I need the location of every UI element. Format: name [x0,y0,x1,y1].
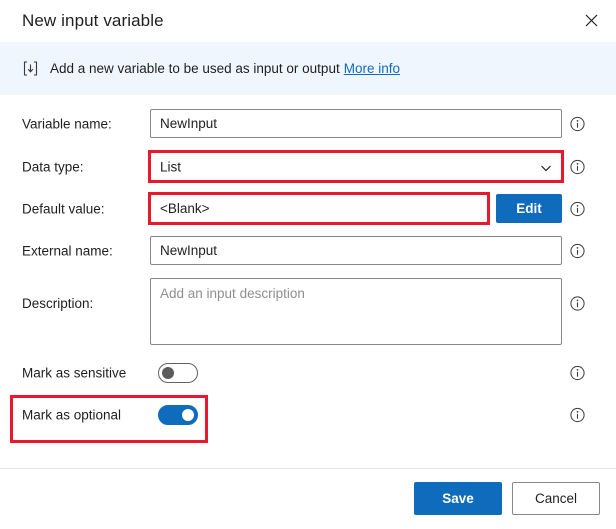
dialog-titlebar: New input variable [0,0,616,42]
variable-name-label: Variable name: [22,116,112,131]
external-name-label: External name: [22,243,113,258]
new-input-variable-dialog: New input variable Add a new variable to… [0,0,616,529]
field-row-external-name: External name: [0,236,616,265]
form-body: Variable name: Data type: List [0,95,616,468]
default-value-input[interactable] [150,194,488,223]
field-row-data-type: Data type: List [0,152,616,181]
cancel-button[interactable]: Cancel [512,482,600,515]
data-type-label: Data type: [22,159,84,174]
data-type-dropdown[interactable]: List [150,152,562,181]
info-icon-external-name[interactable] [570,243,585,258]
mark-as-sensitive-label: Mark as sensitive [22,365,127,381]
variable-name-input[interactable] [150,109,562,138]
toggle-knob [182,409,194,421]
info-banner: Add a new variable to be used as input o… [0,42,616,95]
info-icon-variable-name[interactable] [570,116,585,131]
edit-button[interactable]: Edit [496,194,562,223]
field-row-default-value: Default value: Edit [0,194,616,223]
input-variable-icon [22,60,39,77]
data-type-value: List [160,159,182,174]
mark-as-optional-toggle[interactable] [158,405,198,425]
save-button[interactable]: Save [414,482,502,515]
mark-as-sensitive-toggle[interactable] [158,363,198,383]
close-icon [585,14,598,27]
close-button[interactable] [574,4,608,36]
field-row-variable-name: Variable name: [0,109,616,138]
description-textarea[interactable] [150,278,562,345]
banner-message: Add a new variable to be used as input o… [50,61,340,76]
dialog-footer: Save Cancel [0,468,616,529]
banner-text: Add a new variable to be used as input o… [50,61,400,76]
info-icon-data-type[interactable] [570,159,585,174]
mark-as-optional-label: Mark as optional [22,407,122,423]
info-icon-mark-as-sensitive[interactable] [570,365,585,381]
toggle-row-mark-as-optional: Mark as optional [0,402,616,428]
info-icon-default-value[interactable] [570,201,585,216]
field-row-description: Description: [0,278,616,345]
toggle-knob [162,367,174,379]
info-icon-mark-as-optional[interactable] [570,407,585,423]
more-info-link[interactable]: More info [344,61,400,76]
chevron-down-icon [540,161,552,173]
page-title: New input variable [22,11,164,30]
default-value-label: Default value: [22,201,105,216]
description-label: Description: [22,296,94,311]
external-name-input[interactable] [150,236,562,265]
info-icon-description[interactable] [570,296,585,311]
toggle-row-mark-as-sensitive: Mark as sensitive [0,360,616,386]
